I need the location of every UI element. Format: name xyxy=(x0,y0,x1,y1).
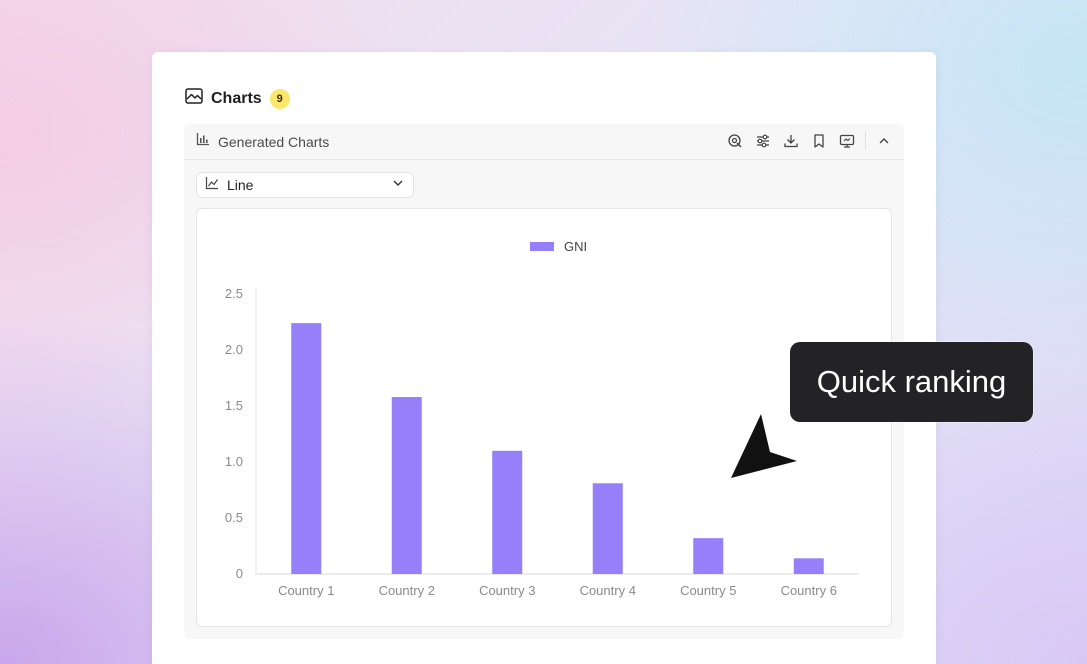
x-tick-label: Country 4 xyxy=(580,583,636,598)
panel-title: Generated Charts xyxy=(218,133,330,150)
bar-chart-icon xyxy=(196,132,210,151)
y-tick-label: 0.5 xyxy=(225,510,243,525)
pointer-cursor-icon xyxy=(726,408,802,484)
chart-type-select[interactable]: Line xyxy=(196,172,414,198)
x-tick-label: Country 6 xyxy=(781,583,837,598)
y-tick-label: 2.0 xyxy=(225,342,243,357)
bar xyxy=(492,450,523,574)
legend-swatch xyxy=(530,242,554,251)
legend-label: GNI xyxy=(564,239,587,254)
line-chart-icon xyxy=(205,176,219,195)
ai-analyze-icon[interactable] xyxy=(725,131,745,151)
image-chart-icon xyxy=(185,87,203,110)
bar xyxy=(693,538,724,574)
tooltip-text: Quick ranking xyxy=(816,364,1007,399)
y-tick-label: 2.5 xyxy=(225,286,243,301)
y-tick-label: 0 xyxy=(236,566,243,581)
x-tick-label: Country 5 xyxy=(680,583,736,598)
panel-toolbar xyxy=(717,131,894,151)
x-tick-label: Country 2 xyxy=(379,583,435,598)
bookmark-icon[interactable] xyxy=(809,131,829,151)
y-tick-label: 1.5 xyxy=(225,398,243,413)
x-tick-label: Country 1 xyxy=(278,583,334,598)
y-tick-label: 1.0 xyxy=(225,454,243,469)
bar xyxy=(592,483,623,574)
count-badge: 9 xyxy=(269,88,290,109)
present-icon[interactable] xyxy=(837,131,857,151)
collapse-chevron-icon[interactable] xyxy=(874,131,894,151)
tooltip-callout: Quick ranking xyxy=(790,342,1033,422)
card-title: Charts xyxy=(211,89,262,107)
toolbar-divider xyxy=(865,132,866,150)
bar xyxy=(291,323,322,574)
charts-header: Charts 9 xyxy=(185,87,290,110)
chevron-down-icon xyxy=(391,176,405,195)
panel-header: Generated Charts xyxy=(184,124,904,160)
settings-sliders-icon[interactable] xyxy=(753,131,773,151)
chart-type-value: Line xyxy=(227,177,254,193)
download-icon[interactable] xyxy=(781,131,801,151)
bar xyxy=(793,558,824,574)
x-tick-label: Country 3 xyxy=(479,583,535,598)
bar xyxy=(391,397,422,574)
